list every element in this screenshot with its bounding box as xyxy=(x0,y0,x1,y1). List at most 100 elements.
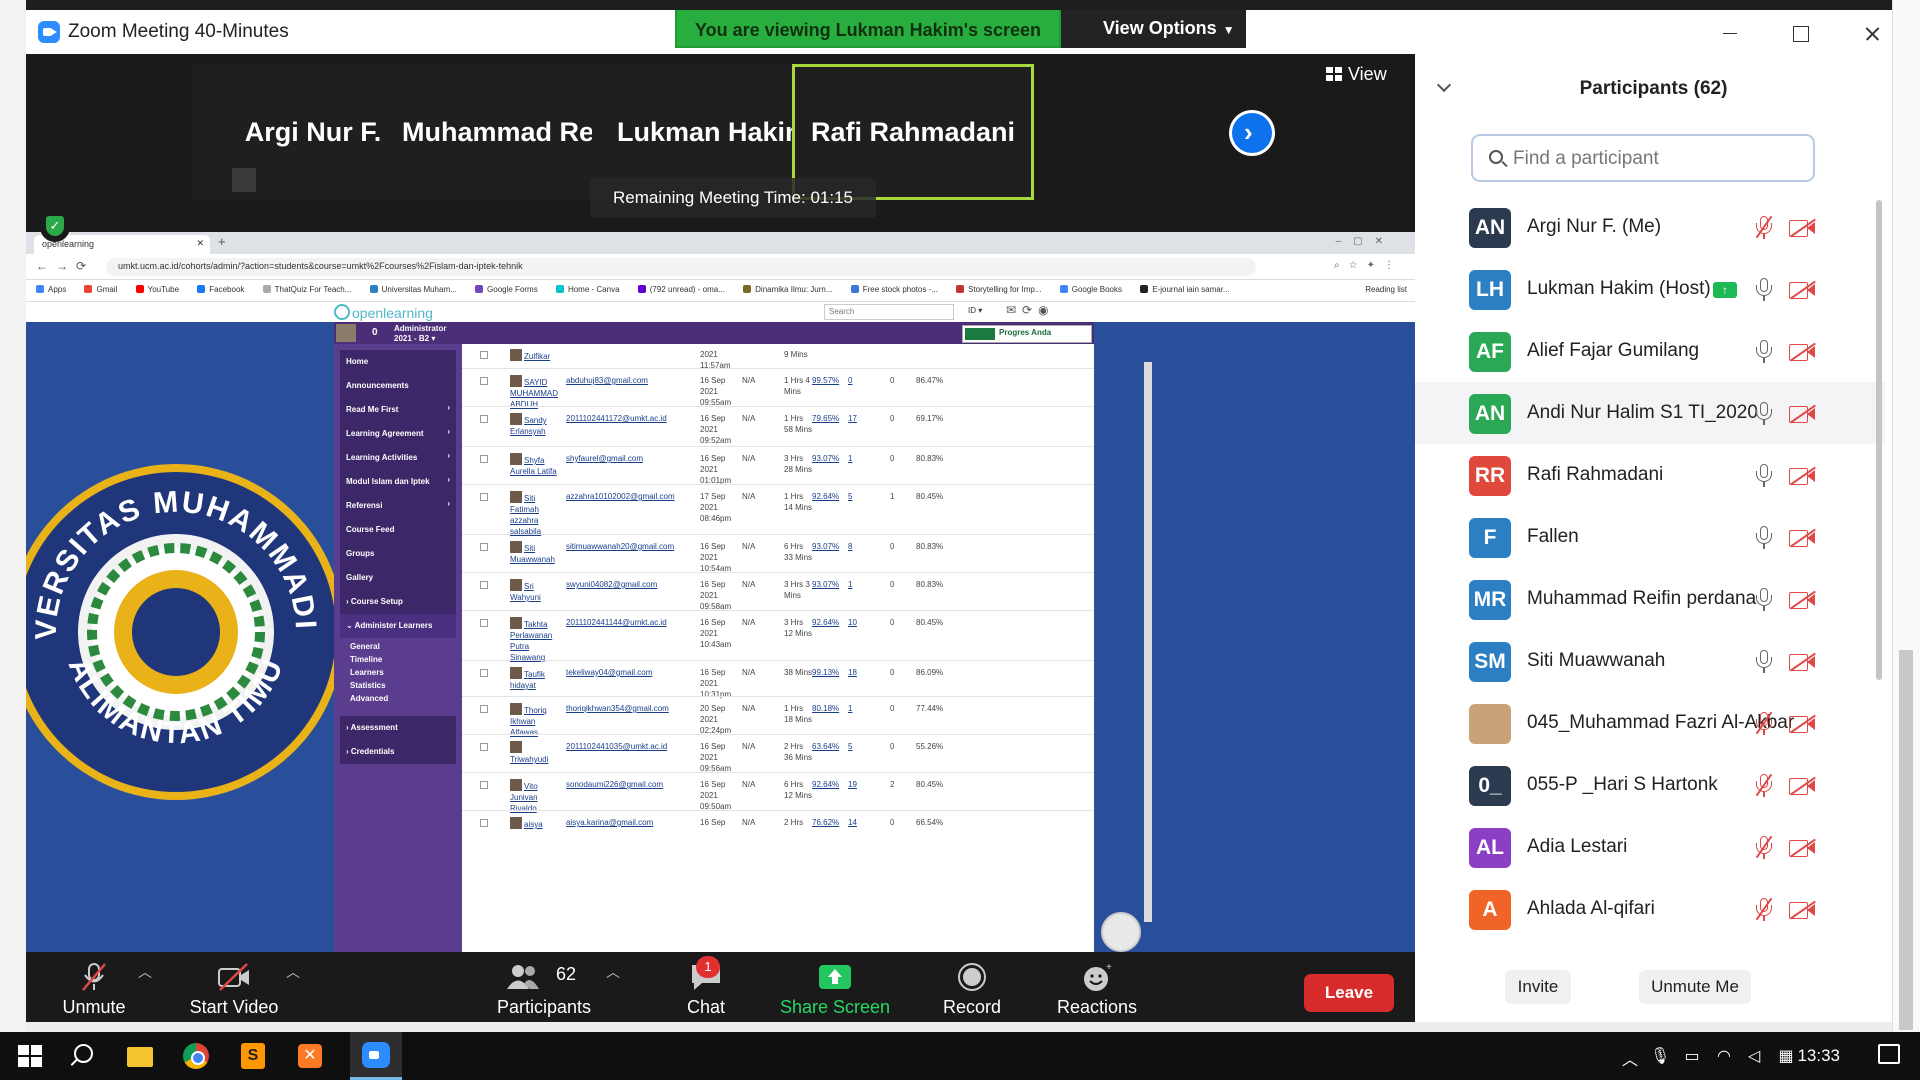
bookmark[interactable]: E-journal iain samar... xyxy=(1140,285,1230,294)
cell-cnt[interactable]: 14 xyxy=(848,817,857,828)
row-checkbox[interactable] xyxy=(480,705,488,713)
address-bar[interactable]: umkt.ucm.ac.id/cohorts/admin/?action=stu… xyxy=(106,258,1256,276)
cell-name[interactable]: Takhta Perlawanan Putra Sinawang xyxy=(510,617,562,663)
cell-name[interactable]: SAYID MUHAMMAD ABDUH xyxy=(510,375,562,410)
cell-pct[interactable]: 93.07% xyxy=(812,579,839,590)
cell-cnt[interactable]: 5 xyxy=(848,741,852,752)
cell-pct[interactable]: 99.57% xyxy=(812,375,839,386)
wifi-icon[interactable]: ◠ xyxy=(1714,1046,1734,1066)
cell-email[interactable]: 2011102441172@umkt.ac.id xyxy=(566,413,667,424)
new-tab-icon[interactable]: + xyxy=(218,234,226,249)
row-checkbox[interactable] xyxy=(480,351,488,359)
participant-row[interactable]: A Ahlada Al-qifari xyxy=(1415,878,1885,940)
cell-email[interactable]: sitimuawwanah20@gmail.com xyxy=(566,541,674,552)
menu-learning-agreement[interactable]: Learning Agreement › xyxy=(340,422,456,446)
cell-email[interactable]: swyuni04082@gmail.com xyxy=(566,579,657,590)
admin-info[interactable]: Administrator 2021 - B2 ▾ xyxy=(394,324,446,344)
record-button[interactable]: Record xyxy=(922,952,1022,1022)
cell-cnt[interactable]: 19 xyxy=(848,779,857,790)
menu-read-me-first[interactable]: Read Me First › xyxy=(340,398,456,422)
cell-name[interactable]: Triwahyudi xyxy=(510,741,562,765)
submenu-learners[interactable]: Learners xyxy=(350,668,384,677)
cell-name[interactable]: aisya xyxy=(510,817,562,830)
invite-button[interactable]: Invite xyxy=(1505,970,1571,1004)
cell-email[interactable]: 2011102441144@umkt.ac.id xyxy=(566,617,667,628)
header-icons[interactable]: ✉⟳◉ xyxy=(1006,303,1055,317)
menu-groups[interactable]: Groups xyxy=(340,542,456,566)
row-checkbox[interactable] xyxy=(480,415,488,423)
row-checkbox[interactable] xyxy=(480,543,488,551)
clock[interactable]: 13:33 xyxy=(1797,1046,1840,1066)
row-checkbox[interactable] xyxy=(480,743,488,751)
close-icon[interactable] xyxy=(1857,18,1887,48)
volume-icon[interactable]: ◁ xyxy=(1744,1046,1764,1066)
row-checkbox[interactable] xyxy=(480,377,488,385)
find-participant-field[interactable] xyxy=(1471,134,1815,182)
row-checkbox[interactable] xyxy=(480,819,488,827)
windows-start-icon[interactable] xyxy=(14,1040,46,1072)
bookmark[interactable]: Google Forms xyxy=(475,285,538,294)
participant-row[interactable]: RR Rafi Rahmadani xyxy=(1415,444,1885,506)
row-checkbox[interactable] xyxy=(480,493,488,501)
bookmark[interactable]: Storytelling for Imp... xyxy=(956,285,1041,294)
close-tab-icon[interactable]: ✕ xyxy=(196,238,204,249)
cell-pct[interactable]: 92.64% xyxy=(812,617,839,628)
cell-cnt[interactable]: 1 xyxy=(848,453,852,464)
bookmark[interactable]: Free stock photos -... xyxy=(850,285,938,294)
cell-name[interactable]: Taufik hidayat xyxy=(510,667,562,691)
keyboard-icon[interactable]: ▦ xyxy=(1776,1046,1796,1066)
share-screen-button[interactable]: Share Screen xyxy=(768,952,902,1022)
next-page-button[interactable]: › xyxy=(1229,110,1275,156)
browser-window-controls[interactable]: –▢✕ xyxy=(1336,236,1395,247)
participants-options-caret[interactable]: ︿ xyxy=(606,962,620,982)
file-explorer-icon[interactable] xyxy=(124,1040,156,1072)
language-select[interactable]: ID ▾ xyxy=(968,306,982,315)
cell-name[interactable]: Shyfa Aurella Latifa xyxy=(510,453,562,477)
bookmark[interactable]: Apps xyxy=(36,285,66,294)
cell-email[interactable]: tekeliway04@gmail.com xyxy=(566,667,652,678)
search-icon[interactable] xyxy=(66,1040,98,1072)
cell-cnt[interactable]: 18 xyxy=(848,667,857,678)
leave-button[interactable]: Leave xyxy=(1304,974,1394,1012)
cell-cnt[interactable]: 1 xyxy=(848,703,852,714)
browser-nav-icons[interactable]: ←→⟳ xyxy=(36,259,94,273)
browser-extension-icons[interactable]: ⌕☆✦⋮ xyxy=(1334,260,1403,271)
row-checkbox[interactable] xyxy=(480,455,488,463)
openlearning-logo[interactable]: openlearning xyxy=(334,304,433,321)
submenu-statistics[interactable]: Statistics xyxy=(350,681,386,690)
zoom-taskbar-icon[interactable] xyxy=(350,1032,402,1080)
cell-cnt[interactable]: 17 xyxy=(848,413,857,424)
cell-pct[interactable]: 99.13% xyxy=(812,667,839,678)
panel-scrollbar[interactable] xyxy=(1875,190,1883,950)
cell-name[interactable]: Sri Wahyuni xyxy=(510,579,562,603)
participant-row[interactable]: F Fallen xyxy=(1415,506,1885,568)
avatar[interactable] xyxy=(336,324,356,342)
participant-row[interactable]: MR Muhammad Reifin perdana xyxy=(1415,568,1885,630)
bookmark[interactable]: Google Books xyxy=(1059,285,1122,294)
cell-cnt[interactable]: 8 xyxy=(848,541,852,552)
page-scrollbar[interactable] xyxy=(1144,362,1152,922)
cell-name[interactable]: Zulfikar xyxy=(510,349,562,362)
row-checkbox[interactable] xyxy=(480,581,488,589)
microphone-icon[interactable]: 🎙 xyxy=(1650,1046,1670,1066)
menu-assessment[interactable]: › Assessment xyxy=(340,716,456,740)
chat-bubble-icon[interactable] xyxy=(1101,912,1141,952)
row-checkbox[interactable] xyxy=(480,781,488,789)
participant-row[interactable]: SM Siti Muawwanah xyxy=(1415,630,1885,692)
menu-course-setup[interactable]: › Course Setup xyxy=(340,590,456,614)
row-checkbox[interactable] xyxy=(480,669,488,677)
cell-name[interactable]: Thoriq Ikhwan Alfawas xyxy=(510,703,562,738)
cell-cnt[interactable]: 0 xyxy=(848,375,852,386)
submenu-advanced[interactable]: Advanced xyxy=(350,694,388,703)
participants-button[interactable]: Participants xyxy=(484,952,604,1022)
cell-cnt[interactable]: 5 xyxy=(848,491,852,502)
background-window-scrollbar[interactable] xyxy=(1892,0,1920,1032)
participant-row[interactable]: 0_ 055-P _Hari S Hartonk xyxy=(1415,754,1885,816)
notifications-icon[interactable] xyxy=(1878,1044,1900,1064)
cell-cnt[interactable]: 1 xyxy=(848,579,852,590)
menu-gallery[interactable]: Gallery xyxy=(340,566,456,590)
cell-name[interactable]: Siti Fatimah azzahra salsabila xyxy=(510,491,562,537)
openlearning-search[interactable]: Search xyxy=(824,304,954,320)
cell-pct[interactable]: 80.18% xyxy=(812,703,839,714)
bookmark[interactable]: ThatQuiz For Teach... xyxy=(262,285,351,294)
